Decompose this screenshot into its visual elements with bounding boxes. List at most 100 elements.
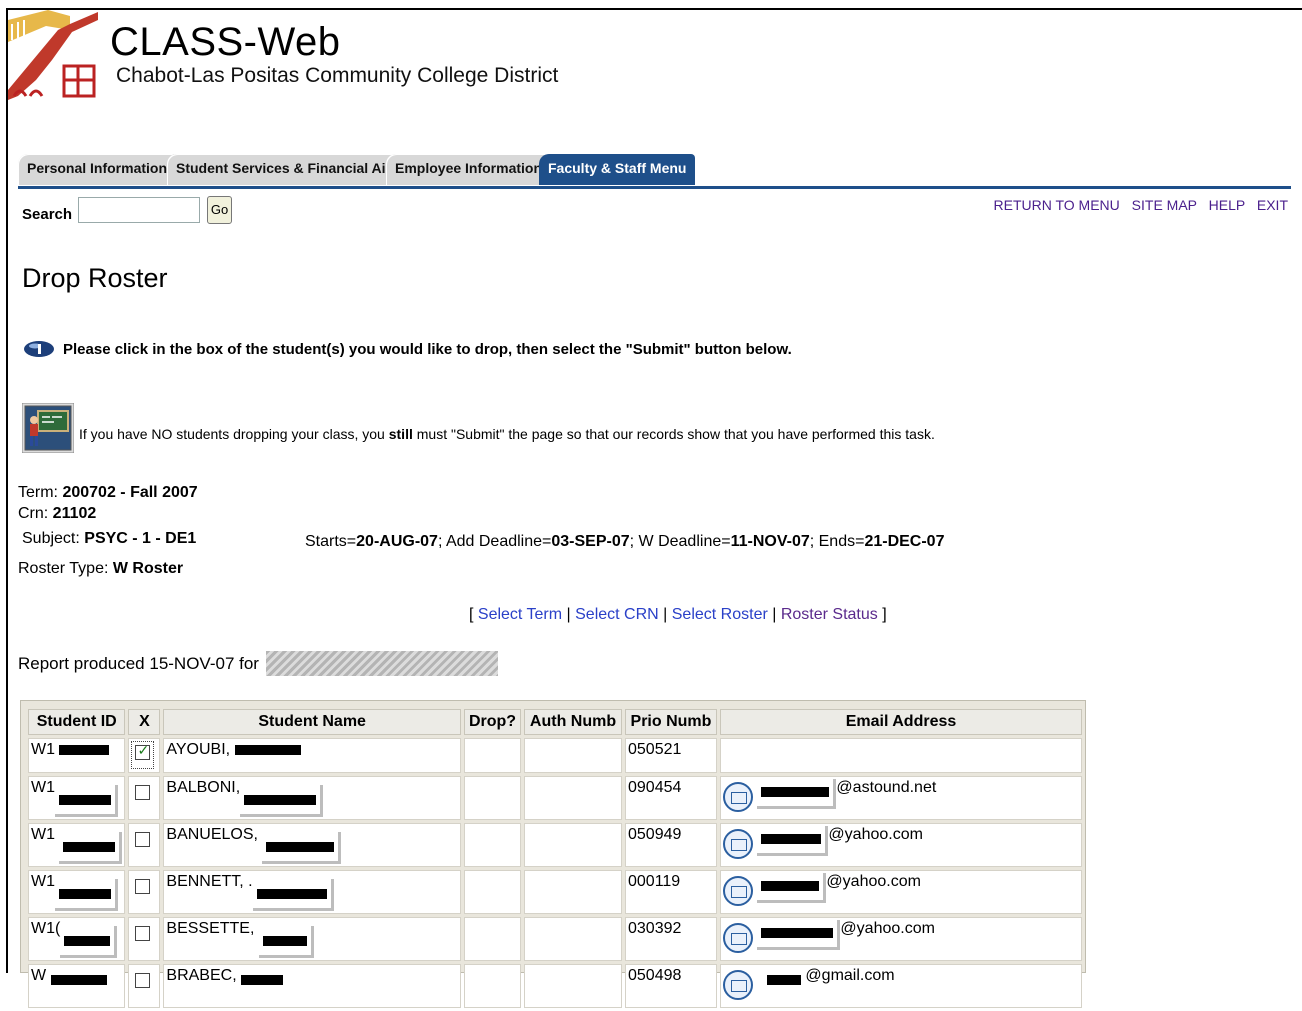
redaction-bar xyxy=(266,841,335,852)
table-row: W1( BESSETTE, 030392 @yahoo.com xyxy=(28,917,1082,961)
student-id-cell: W1 xyxy=(28,776,126,820)
tab-employee-information[interactable]: Employee Information xyxy=(386,154,552,185)
drop-checkbox-cell xyxy=(128,870,161,914)
go-button[interactable]: Go xyxy=(207,196,232,224)
redaction-bar xyxy=(761,880,820,891)
exit-link[interactable]: EXIT xyxy=(1257,197,1288,213)
email-cell: @gmail.com xyxy=(719,964,1082,1008)
redaction-bar xyxy=(59,744,110,755)
roster-status-link[interactable]: Roster Status xyxy=(781,606,878,623)
email-cell: @astound.net xyxy=(719,776,1082,820)
student-id-cell: W1 xyxy=(28,738,126,773)
roster-nav-links: [ Select Term | Select CRN | Select Rost… xyxy=(469,606,887,623)
app-title: CLASS-Web xyxy=(110,20,341,64)
table-header-row: Student ID X Student Name Drop? Auth Num… xyxy=(28,709,1082,735)
submit-note: If you have NO students dropping your cl… xyxy=(79,426,935,442)
drop-cell xyxy=(463,964,522,1008)
redaction-bar xyxy=(241,975,284,985)
redacted-name-block xyxy=(266,651,498,676)
student-name-cell: BESSETTE, xyxy=(163,917,461,961)
drop-checkbox[interactable] xyxy=(135,742,151,760)
email-icon[interactable] xyxy=(722,970,753,1000)
redaction-bar xyxy=(234,744,301,755)
drop-checkbox[interactable] xyxy=(135,832,151,847)
student-name-cell: BRABEC, xyxy=(163,964,461,1008)
roster-table-container: Student ID X Student Name Drop? Auth Num… xyxy=(20,700,1086,1008)
tab-rule xyxy=(18,186,1291,189)
class-web-logo xyxy=(8,10,100,100)
email-icon[interactable] xyxy=(722,876,753,906)
site-map-link[interactable]: SITE MAP xyxy=(1132,197,1197,213)
top-links: RETURN TO MENU SITE MAP HELP EXIT xyxy=(986,197,1289,213)
drop-checkbox[interactable] xyxy=(135,973,151,988)
crn-info: Crn: 21102 xyxy=(18,505,97,522)
redaction-bar xyxy=(761,786,830,797)
email-icon[interactable] xyxy=(722,782,753,812)
auth-numb-cell xyxy=(524,917,622,961)
teacher-icon xyxy=(22,403,74,453)
redaction-bar xyxy=(59,888,111,899)
auth-numb-cell xyxy=(524,964,622,1008)
return-to-menu-link[interactable]: RETURN TO MENU xyxy=(994,197,1120,213)
student-name-cell: AYOUBI, xyxy=(163,738,461,773)
drop-checkbox[interactable] xyxy=(135,926,151,941)
help-link[interactable]: HELP xyxy=(1209,197,1245,213)
drop-cell xyxy=(463,738,522,773)
col-x: X xyxy=(128,709,161,735)
instruction-text: Please click in the box of the student(s… xyxy=(63,341,792,358)
course-dates: Starts=20-AUG-07; Add Deadline=03-SEP-07… xyxy=(305,533,945,550)
tab-student-services[interactable]: Student Services & Financial Aid xyxy=(167,154,404,185)
redaction-bar xyxy=(761,927,834,938)
subject-info: Subject: PSYC - 1 - DE1 xyxy=(22,530,197,547)
student-id-cell: W1( xyxy=(28,917,126,961)
student-id-cell: W1 xyxy=(28,823,126,867)
student-name-cell: BENNETT, . xyxy=(163,870,461,914)
drop-checkbox-cell xyxy=(128,917,161,961)
redaction-bar xyxy=(63,841,116,852)
frame-left-border xyxy=(6,8,8,973)
table-row: W1 AYOUBI, 050521 xyxy=(28,738,1082,773)
col-student-id: Student ID xyxy=(28,709,126,735)
col-student-name: Student Name xyxy=(163,709,461,735)
redaction-bar xyxy=(64,935,111,946)
redaction-bar xyxy=(244,794,317,805)
select-term-link[interactable]: Select Term xyxy=(478,606,562,623)
search-label: Search xyxy=(22,206,73,223)
email-cell: @yahoo.com xyxy=(719,870,1082,914)
auth-numb-cell xyxy=(524,776,622,820)
email-icon[interactable] xyxy=(722,829,753,859)
email-icon[interactable] xyxy=(722,923,753,953)
drop-cell xyxy=(463,917,522,961)
select-roster-link[interactable]: Select Roster xyxy=(672,606,768,623)
prio-numb-cell: 050498 xyxy=(625,964,717,1008)
auth-numb-cell xyxy=(524,738,622,773)
tab-personal-information[interactable]: Personal Information xyxy=(18,154,177,185)
info-icon xyxy=(24,341,54,357)
drop-checkbox-cell xyxy=(128,964,161,1008)
term-info: Term: 200702 - Fall 2007 xyxy=(18,484,198,501)
roster-type-info: Roster Type: W Roster xyxy=(18,560,184,577)
prio-numb-cell: 000119 xyxy=(625,870,717,914)
drop-checkbox-cell xyxy=(128,823,161,867)
student-id-cell: W1 xyxy=(28,870,126,914)
table-row: W1 BENNETT, . 000119 @yahoo.com xyxy=(28,870,1082,914)
frame-top-border xyxy=(6,8,1302,10)
redaction-bar xyxy=(256,888,327,899)
table-row: W BRABEC, 050498 @gmail.com xyxy=(28,964,1082,1008)
col-prio-numb: Prio Numb xyxy=(625,709,717,735)
search-input[interactable] xyxy=(78,197,200,223)
select-crn-link[interactable]: Select CRN xyxy=(575,606,659,623)
tab-faculty-staff-menu[interactable]: Faculty & Staff Menu xyxy=(539,154,696,185)
prio-numb-cell: 030392 xyxy=(625,917,717,961)
drop-checkbox-cell xyxy=(128,776,161,820)
redaction-bar xyxy=(59,794,111,805)
drop-checkbox[interactable] xyxy=(135,785,151,800)
drop-cell xyxy=(463,870,522,914)
drop-checkbox[interactable] xyxy=(135,879,151,894)
report-produced-text: Report produced 15-NOV-07 for xyxy=(18,654,259,673)
email-cell xyxy=(719,738,1082,773)
drop-checkbox-cell xyxy=(128,738,161,773)
student-name-cell: BANUELOS, xyxy=(163,823,461,867)
redaction-bar xyxy=(50,975,107,985)
prio-numb-cell: 090454 xyxy=(625,776,717,820)
